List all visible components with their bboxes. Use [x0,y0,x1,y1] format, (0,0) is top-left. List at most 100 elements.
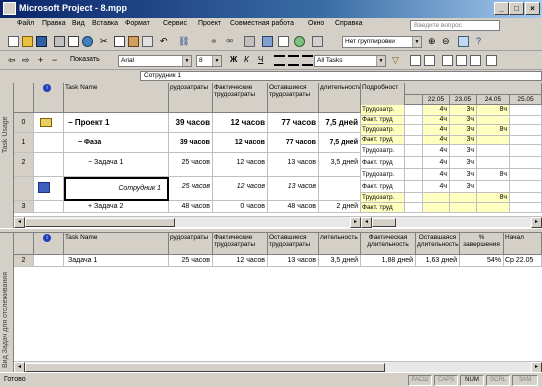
detail-cell[interactable] [405,193,423,203]
font-combo[interactable]: Arial ▼ [118,55,192,67]
ask-question-input[interactable]: Введите вопрос [410,20,500,31]
menu-format[interactable]: Формат [125,20,150,27]
work-cell[interactable]: 48 часов [169,201,213,213]
menu-tools[interactable]: Сервис [163,20,187,27]
print-preview-icon[interactable] [68,36,79,47]
detail-cell[interactable]: 3ч [450,157,477,169]
actual-work-cell[interactable]: 12 часов [213,177,268,201]
detail-cell[interactable] [477,203,510,213]
indicator-header[interactable]: i [34,83,64,113]
align-left-icon[interactable] [274,55,285,66]
actual-work-cell[interactable]: 12 часов [213,133,268,153]
assign-resources-icon[interactable] [294,36,305,47]
id-header[interactable] [14,233,34,255]
detail-cell[interactable] [423,203,450,213]
actual-work-cell[interactable]: 12 часов [213,113,268,133]
detail-cell[interactable]: 4ч [423,125,450,136]
close-button[interactable]: × [525,2,540,15]
save-icon[interactable] [36,36,47,47]
start-cell[interactable]: Ср 22.05 [504,255,542,267]
split-task-icon[interactable] [244,36,255,47]
duration-header[interactable]: лительность [319,233,361,255]
work-cell[interactable]: 39 часов [169,113,213,133]
remaining-duration-header[interactable]: Оставшаяся длительность [416,233,460,255]
menu-project[interactable]: Проект [198,20,221,27]
copy-picture-icon[interactable] [424,55,435,66]
scroll-thumb[interactable] [25,363,385,372]
new-resource-icon[interactable] [442,55,453,66]
detail-cell[interactable] [405,145,423,157]
work-cell[interactable]: 39 часов [169,133,213,153]
show-button[interactable]: Показать [70,56,100,63]
task-name-cell[interactable]: − Фаза [64,133,169,153]
id-header[interactable] [14,83,34,113]
detail-cell[interactable]: 4ч [423,157,450,169]
detail-cell[interactable] [405,169,423,181]
remaining-work-cell[interactable]: 13 часов [268,255,319,267]
group-by-combo[interactable]: Нет группировки ▼ [342,36,422,48]
underline-button[interactable]: Ч [258,55,263,64]
duration-cell[interactable]: 3,5 дней [319,153,361,177]
detail-cell[interactable]: 8ч [477,125,510,136]
minus-icon[interactable]: − [52,55,63,66]
menu-window[interactable]: Окно [308,20,324,27]
actual-work-header[interactable]: Фактические трудозатраты [213,83,268,113]
percent-complete-cell[interactable]: 54% [460,255,504,267]
actual-duration-cell[interactable]: 1,88 дней [361,255,416,267]
upper-left-hscrollbar[interactable]: ◂ ▸ [14,216,361,228]
gantt-wizard-icon[interactable] [410,55,421,66]
task-name-cell-selected[interactable]: Сотрудник 1 [64,177,169,201]
detail-cell[interactable] [510,136,542,145]
detail-cell[interactable] [423,193,450,203]
zoom-out-icon[interactable]: ⊖ [442,36,453,47]
font-size-combo[interactable]: 8 ▼ [196,55,222,67]
detail-cell[interactable]: 3ч [450,125,477,136]
task-name-cell[interactable]: Задача 1 [64,255,169,267]
menu-file[interactable]: Файл [17,20,34,27]
detail-cell[interactable] [510,105,542,116]
publish-icon[interactable] [312,36,323,47]
duration-header[interactable]: длительность [319,83,361,113]
actual-work-header[interactable]: Фактические трудозатраты [213,233,268,255]
detail-cell[interactable]: 4ч [423,105,450,116]
help-icon[interactable]: ? [476,36,487,47]
detail-cell[interactable]: 3ч [450,136,477,145]
detail-cell[interactable] [477,157,510,169]
detail-cell[interactable]: 8ч [477,105,510,116]
row-id[interactable]: 2 [14,255,34,267]
detail-cell[interactable]: 3ч [450,116,477,125]
remaining-work-cell[interactable]: 13 часов [268,153,319,177]
remaining-work-cell[interactable]: 77 часов [268,133,319,153]
remaining-work-cell[interactable]: 48 часов [268,201,319,213]
detail-cell[interactable]: 4ч [423,181,450,193]
detail-cell[interactable]: 3ч [450,181,477,193]
plus-icon[interactable]: + [38,55,49,66]
duration-cell[interactable] [319,177,361,201]
task-name-cell[interactable]: − Проект 1 [64,113,169,133]
arrow-left-icon[interactable]: ⇦ [8,55,19,66]
row-id[interactable]: 3 [14,201,34,213]
detail-cell[interactable]: 4ч [423,136,450,145]
upper-right-hscrollbar[interactable]: ◂ ▸ [361,216,542,228]
minimize-button[interactable]: _ [494,2,509,15]
filter-combo[interactable]: All Tasks ▼ [314,55,386,67]
indicator-header[interactable]: i [34,233,64,255]
task-name-header[interactable]: Task Name [64,233,169,255]
italic-button[interactable]: К [244,55,249,64]
duration-cell[interactable]: 2 дней [319,201,361,213]
work-cell[interactable]: 25 часов [169,177,213,201]
detail-cell[interactable] [405,105,423,116]
menu-insert[interactable]: Вставка [92,20,118,27]
detail-cell[interactable] [477,116,510,125]
detail-cell[interactable] [405,136,423,145]
task-name-cell[interactable]: + Задача 2 [64,201,169,213]
detail-cell[interactable]: 8ч [477,193,510,203]
detail-cell[interactable]: 4ч [423,145,450,157]
align-center-icon[interactable] [288,55,299,66]
table-icon[interactable] [470,55,481,66]
scroll-thumb[interactable] [25,218,175,227]
detail-cell[interactable] [510,116,542,125]
detail-cell[interactable]: 3ч [450,105,477,116]
detail-cell[interactable] [510,157,542,169]
entry-field[interactable]: Сотрудник 1 [140,71,542,81]
